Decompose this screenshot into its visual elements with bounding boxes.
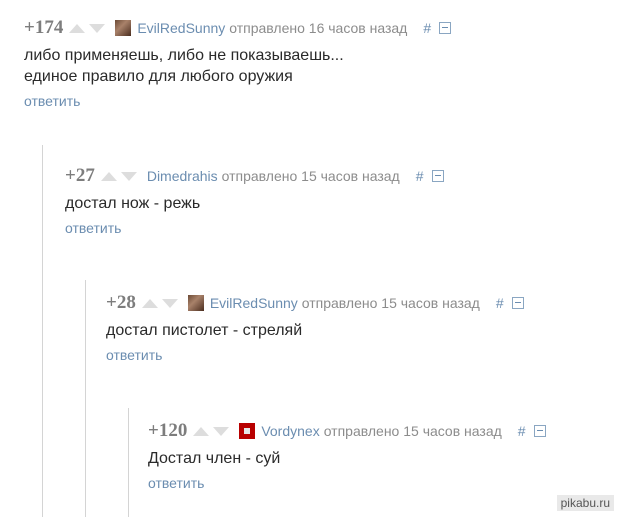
- vote-down-icon[interactable]: [213, 426, 230, 436]
- author-link[interactable]: EvilRedSunny: [137, 20, 225, 36]
- author-link[interactable]: Dimedrahis: [147, 168, 218, 184]
- comment-line: единое правило для любого оружия: [24, 68, 293, 85]
- comment-rating: +28: [106, 292, 136, 313]
- comment-timestamp: отправлено 15 часов назад: [221, 168, 400, 184]
- comment-rating: +27: [65, 165, 95, 186]
- author-link[interactable]: EvilRedSunny: [210, 295, 298, 311]
- collapse-icon[interactable]: [511, 297, 524, 309]
- comment-text: Достал член - суй: [148, 448, 546, 469]
- vote-down-icon[interactable]: [89, 23, 106, 33]
- comment-timestamp: отправлено 15 часов назад: [301, 295, 480, 311]
- comment-line: либо применяешь, либо не показываешь...: [24, 47, 344, 64]
- comment-header: +174 EvilRedSunny отправлено 16 часов на…: [24, 17, 452, 38]
- user-avatar-icon[interactable]: [187, 295, 204, 311]
- vote-controls: [141, 298, 178, 308]
- vote-controls: [193, 426, 230, 436]
- comment-2: +27 Dimedrahis отправлено 15 часов назад…: [65, 165, 444, 236]
- vote-controls: [69, 23, 106, 33]
- comment-header: +27 Dimedrahis отправлено 15 часов назад…: [65, 165, 444, 186]
- comment-rating: +174: [24, 17, 64, 38]
- vote-down-icon[interactable]: [120, 171, 137, 181]
- comment-line: достал нож - режь: [65, 195, 201, 212]
- comment-header: +120 Vordynex отправлено 15 часов назад …: [148, 420, 546, 441]
- vote-controls: [100, 171, 137, 181]
- reply-link[interactable]: ответить: [106, 347, 524, 363]
- comment-timestamp: отправлено 15 часов назад: [323, 423, 502, 439]
- site-watermark: pikabu.ru: [556, 495, 614, 511]
- vote-up-icon[interactable]: [69, 23, 86, 33]
- thread-line: [42, 145, 43, 517]
- user-avatar-icon[interactable]: [115, 20, 132, 36]
- comment-text: достал нож - режь: [65, 193, 444, 214]
- permalink-hash[interactable]: #: [416, 168, 424, 184]
- comment-1: +174 EvilRedSunny отправлено 16 часов на…: [24, 17, 452, 109]
- collapse-icon[interactable]: [431, 170, 444, 182]
- comment-header: +28 EvilRedSunny отправлено 15 часов наз…: [106, 292, 524, 313]
- reply-link[interactable]: ответить: [24, 93, 451, 109]
- author-link[interactable]: Vordynex: [261, 423, 319, 439]
- comment-line: Достал член - суй: [148, 450, 281, 467]
- collapse-icon[interactable]: [439, 22, 452, 34]
- vote-up-icon[interactable]: [193, 426, 210, 436]
- vote-up-icon[interactable]: [100, 171, 117, 181]
- permalink-hash[interactable]: #: [423, 20, 431, 36]
- comment-text: достал пистолет - стреляй: [106, 320, 524, 341]
- vote-up-icon[interactable]: [141, 298, 158, 308]
- user-avatar-icon[interactable]: [239, 423, 256, 439]
- comment-rating: +120: [148, 420, 188, 441]
- comment-text: либо применяешь, либо не показываешь... …: [24, 45, 451, 87]
- vote-down-icon[interactable]: [161, 298, 178, 308]
- comment-timestamp: отправлено 16 часов назад: [229, 20, 408, 36]
- comment-line: достал пистолет - стреляй: [106, 322, 303, 339]
- comment-3: +28 EvilRedSunny отправлено 15 часов наз…: [106, 292, 524, 363]
- permalink-hash[interactable]: #: [518, 423, 526, 439]
- comment-4: +120 Vordynex отправлено 15 часов назад …: [148, 420, 546, 491]
- collapse-icon[interactable]: [533, 425, 546, 437]
- thread-line: [85, 280, 86, 517]
- permalink-hash[interactable]: #: [496, 295, 504, 311]
- reply-link[interactable]: ответить: [148, 475, 546, 491]
- thread-line: [128, 408, 129, 517]
- reply-link[interactable]: ответить: [65, 220, 444, 236]
